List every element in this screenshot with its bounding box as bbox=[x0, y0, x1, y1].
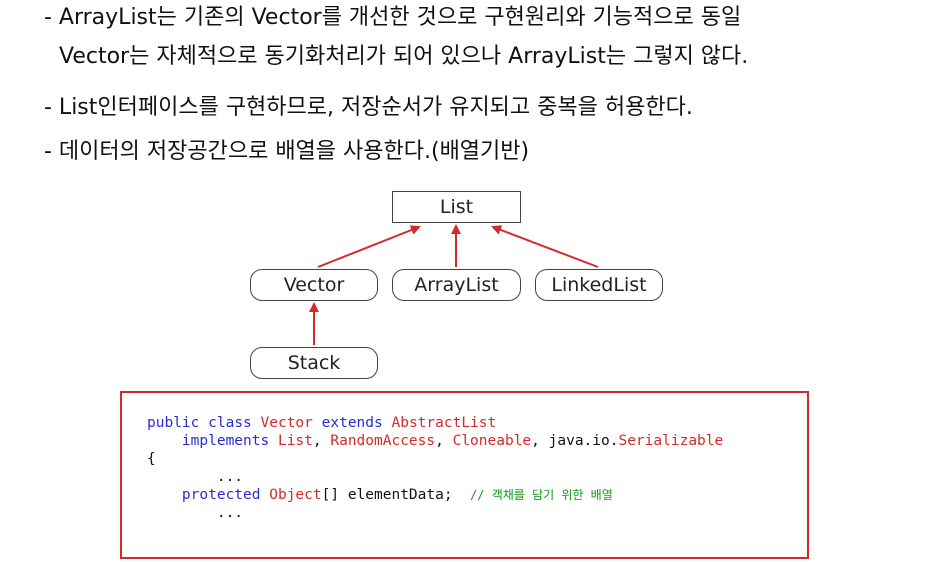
code-iface-list: List bbox=[277, 433, 313, 449]
bullet-array-based: - 데이터의 저장공간으로 배열을 사용한다.(배열기반) bbox=[44, 139, 530, 164]
code-open-brace: { bbox=[147, 451, 156, 467]
code-box: public class Vector extends AbstractList… bbox=[120, 391, 809, 559]
node-stack: Stack bbox=[250, 347, 378, 379]
code-iface-serializable: Serializable bbox=[618, 433, 724, 449]
code-kw-implements: implements bbox=[181, 433, 270, 449]
code-ellipsis-2: ... bbox=[216, 505, 244, 521]
code-iface-cloneable: Cloneable bbox=[452, 433, 532, 449]
arrow-linkedlist-to-list bbox=[491, 225, 599, 268]
bullet-arraylist-improves-vector: - ArrayList는 기존의 Vector를 개선한 것으로 구현원리와 기… bbox=[44, 5, 742, 30]
code-package: java.io. bbox=[548, 433, 619, 449]
code-iface-randomaccess: RandomAccess bbox=[330, 433, 436, 449]
node-list: List bbox=[392, 191, 521, 223]
code-block: public class Vector extends AbstractList… bbox=[147, 415, 724, 521]
code-kw-public: public bbox=[147, 415, 200, 431]
code-ellipsis-1: ... bbox=[216, 469, 244, 485]
code-field-decl: [] elementData; bbox=[321, 487, 453, 503]
node-arraylist: ArrayList bbox=[392, 269, 521, 301]
node-vector: Vector bbox=[250, 269, 378, 301]
code-kw-class: class bbox=[208, 415, 252, 431]
code-superclass: AbstractList bbox=[391, 415, 497, 431]
arrow-vector-to-list bbox=[317, 225, 421, 268]
code-type-object: Object bbox=[269, 487, 322, 503]
bullet-vector-synchronized: Vector는 자체적으로 동기화처리가 되어 있으나 ArrayList는 그… bbox=[59, 44, 749, 69]
code-class-name: Vector bbox=[260, 415, 313, 431]
code-comment: // 객채를 담기 위한 배열 bbox=[470, 488, 613, 502]
code-kw-extends: extends bbox=[321, 415, 383, 431]
node-linkedlist: LinkedList bbox=[535, 269, 663, 301]
bullet-list-interface: - List인터페이스를 구현하므로, 저장순서가 유지되고 중복을 허용한다. bbox=[44, 95, 693, 120]
code-kw-protected: protected bbox=[181, 487, 261, 503]
